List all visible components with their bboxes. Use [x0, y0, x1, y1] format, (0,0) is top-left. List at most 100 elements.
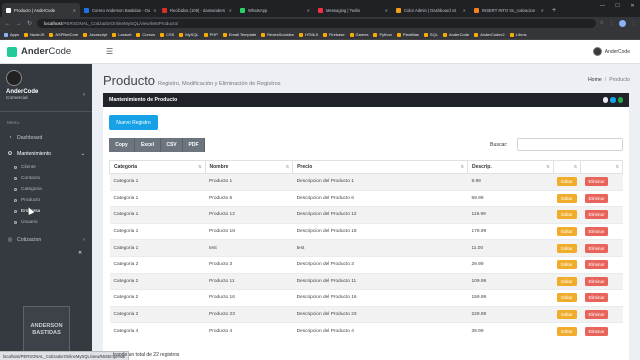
- column-header[interactable]: Nombre ⇅: [204, 160, 293, 174]
- column-header[interactable]: Precio ⇅: [292, 160, 468, 174]
- export-pdf-button[interactable]: PDF: [183, 138, 205, 152]
- bookmark-item[interactable]: RedesSociales: [261, 32, 294, 37]
- minimize-icon[interactable]: —: [595, 0, 610, 11]
- bookmark-item[interactable]: CSS: [160, 32, 174, 37]
- bookmark-item[interactable]: ASPNetCore: [49, 32, 78, 37]
- tab-close-icon[interactable]: ✕: [307, 8, 310, 13]
- collapse-sidebar-icon[interactable]: «: [74, 250, 86, 258]
- browser-tab[interactable]: Messaging | Twilio ✕: [314, 3, 392, 17]
- delete-button[interactable]: Eliminar: [584, 260, 609, 270]
- bookmark-item[interactable]: HTML5: [298, 32, 318, 37]
- browser-tab[interactable]: INSERT INTO tm_cotizacion ✕: [470, 3, 548, 17]
- tab-close-icon[interactable]: ✕: [463, 8, 466, 13]
- browser-tab[interactable]: Color Admin | Dashboard v2 ✕: [392, 3, 470, 17]
- browser-tab[interactable]: Recibidos (109) - dansanders ✕: [158, 3, 236, 17]
- edit-button[interactable]: Editar: [557, 177, 577, 187]
- sidebar-item-producto[interactable]: Producto: [0, 195, 92, 206]
- browser-tab[interactable]: WhatsApp ✕: [236, 3, 314, 17]
- edit-button[interactable]: Editar: [557, 276, 577, 286]
- new-tab-button[interactable]: +: [552, 7, 556, 14]
- sidebar-item-cliente[interactable]: Cliente: [0, 162, 92, 173]
- bookmark-item[interactable]: Javascript: [83, 32, 107, 37]
- bookmark-item[interactable]: AnderCode: [442, 32, 469, 37]
- edit-button[interactable]: Editar: [557, 260, 577, 270]
- bookmark-item[interactable]: AnderCodev2: [474, 32, 505, 37]
- bookmark-item[interactable]: Libros: [509, 32, 527, 37]
- search-input[interactable]: [517, 138, 623, 151]
- tab-close-icon[interactable]: ✕: [153, 8, 156, 13]
- user-panel[interactable]: AnderCode Comercial ›: [0, 64, 92, 112]
- delete-button[interactable]: Eliminar: [584, 227, 609, 237]
- profile-avatar[interactable]: [619, 20, 626, 27]
- edit-button[interactable]: Editar: [557, 310, 577, 320]
- sidebar-item-mantenimiento[interactable]: ⚙ Mantenimiento ⌄: [0, 146, 92, 162]
- delete-button[interactable]: Eliminar: [584, 210, 609, 220]
- tab-close-icon[interactable]: ✕: [229, 8, 232, 13]
- edit-button[interactable]: Editar: [557, 210, 577, 220]
- delete-button[interactable]: Eliminar: [584, 310, 609, 320]
- bookmark-item[interactable]: Python: [373, 32, 392, 37]
- forward-icon[interactable]: →: [15, 21, 22, 27]
- column-header[interactable]: Descrip. ⇅: [467, 160, 554, 174]
- sidebar-item-categoria[interactable]: Categoria: [0, 184, 92, 195]
- bookmark-item[interactable]: Email Template: [222, 32, 256, 37]
- bookmark-item[interactable]: SQL: [423, 32, 438, 37]
- breadcrumb-home[interactable]: Home: [588, 77, 602, 83]
- maximize-icon[interactable]: ☐: [610, 0, 625, 11]
- url-input[interactable]: localhost/PERSONAL_CotizadorOnlineMySQL/…: [37, 19, 596, 28]
- bookmark-item[interactable]: Firebase: [322, 32, 345, 37]
- menu-icon[interactable]: ⋮: [631, 20, 636, 27]
- table-cell: Descripcion del Producto 11: [292, 272, 468, 290]
- edit-button[interactable]: Editar: [557, 193, 577, 203]
- bookmark-item[interactable]: Plantillas: [396, 32, 419, 37]
- tab-close-icon[interactable]: ✕: [541, 8, 544, 13]
- tab-close-icon[interactable]: ✕: [385, 8, 388, 13]
- delete-button[interactable]: Eliminar: [584, 293, 609, 303]
- sidebar-item-usuario[interactable]: Usuario: [0, 217, 92, 228]
- delete-button[interactable]: Eliminar: [584, 326, 609, 336]
- sidebar-item-empresa[interactable]: Empresa: [0, 206, 92, 217]
- column-header[interactable]: ⇅: [552, 160, 581, 174]
- delete-button[interactable]: Eliminar: [584, 177, 609, 187]
- edit-button[interactable]: Editar: [557, 326, 577, 336]
- browser-tab[interactable]: Correo Anderson Bastidas - Ou ✕: [80, 3, 158, 17]
- export-csv-button[interactable]: CSV: [161, 138, 183, 152]
- bookmark-item[interactable]: NodeJS: [24, 32, 44, 37]
- column-header[interactable]: Categoria ⇅: [109, 160, 206, 174]
- export-copy-button[interactable]: Copy: [109, 138, 135, 152]
- collapse-card-icon[interactable]: [602, 97, 608, 103]
- extensions-icon[interactable]: ⋮: [609, 20, 614, 27]
- bookmark-item[interactable]: Cursos: [136, 32, 155, 37]
- user-menu[interactable]: AnderCode: [592, 47, 640, 56]
- bookmark-item[interactable]: MySQL: [179, 32, 199, 37]
- remove-card-icon[interactable]: [617, 97, 623, 103]
- star-icon[interactable]: ☆: [600, 20, 604, 27]
- edit-cell: Editar: [553, 173, 581, 191]
- edit-button[interactable]: Editar: [557, 293, 577, 303]
- maximize-card-icon[interactable]: [610, 97, 616, 103]
- brand-logo[interactable]: AnderCode: [0, 46, 100, 57]
- browser-tab[interactable]: Producto | AnderCode ✕: [2, 3, 80, 17]
- column-header[interactable]: ⇅: [580, 160, 623, 174]
- bookmark-item[interactable]: Apps: [4, 32, 19, 37]
- sidebar-item-contacto[interactable]: Contacto: [0, 173, 92, 184]
- table-cell: test: [292, 239, 468, 257]
- edit-button[interactable]: Editar: [557, 227, 577, 237]
- edit-cell: Editar: [553, 255, 581, 274]
- close-icon[interactable]: ✕: [625, 0, 640, 11]
- reload-icon[interactable]: ↻: [26, 20, 33, 27]
- delete-button[interactable]: Eliminar: [584, 243, 609, 253]
- hamburger-icon[interactable]: ☰: [106, 47, 113, 56]
- delete-button[interactable]: Eliminar: [584, 193, 609, 203]
- sidebar-item-dashboard[interactable]: ◔ Dashboard: [0, 130, 92, 146]
- bookmark-item[interactable]: PHP: [203, 32, 218, 37]
- tab-close-icon[interactable]: ✕: [73, 8, 76, 13]
- edit-button[interactable]: Editar: [557, 243, 577, 253]
- back-icon[interactable]: ←: [4, 21, 11, 27]
- export-excel-button[interactable]: Excel: [135, 138, 161, 152]
- new-record-button[interactable]: Nuevo Registro: [109, 115, 158, 130]
- delete-button[interactable]: Eliminar: [584, 276, 609, 286]
- bookmark-item[interactable]: Games: [349, 32, 368, 37]
- sidebar-item-cotizacion[interactable]: ◎ Cotizacion ‹: [0, 232, 92, 248]
- bookmark-item[interactable]: Laravel: [112, 32, 131, 37]
